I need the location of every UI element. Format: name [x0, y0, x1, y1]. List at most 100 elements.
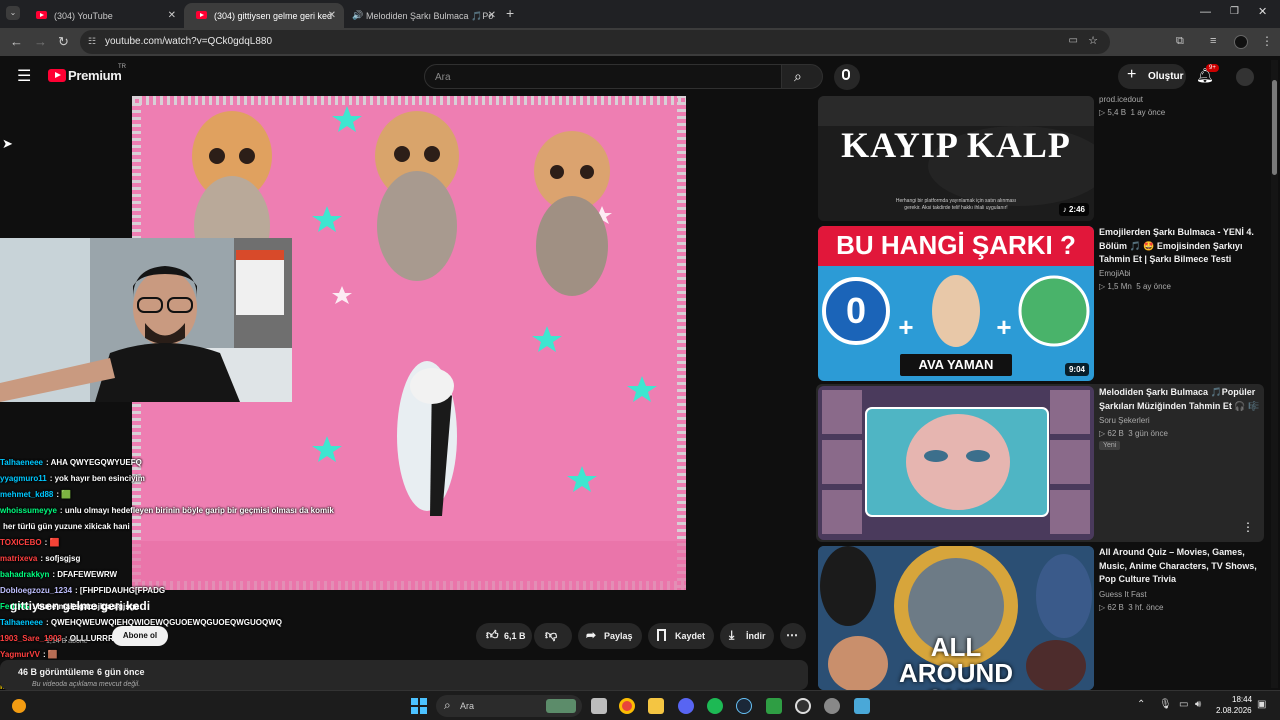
channel-name[interactable]: prod.icedout: [1099, 93, 1143, 106]
new-tab-button[interactable]: +: [506, 5, 514, 21]
like-button[interactable]: 👍︎ 6,1 B: [476, 623, 532, 649]
share-icon: ➦: [586, 628, 597, 642]
chat-username[interactable]: YagmurVV: [0, 650, 40, 659]
page-scrollbar[interactable]: [1271, 60, 1278, 688]
chat-username[interactable]: Talhaeneee: [0, 458, 43, 467]
notification-center-icon[interactable]: ▣: [1257, 699, 1266, 710]
create-button[interactable]: + Oluştur: [1118, 64, 1186, 89]
chat-text: QWEHQWEUWQIEHQWIOEWQGUOEWQGUOEQWGUOQWQ: [50, 618, 282, 627]
subscribe-button[interactable]: Abone ol: [112, 626, 168, 646]
upload-age: 6 gün önce: [97, 667, 145, 677]
file-explorer-icon[interactable]: [648, 698, 664, 714]
download-button[interactable]: ⤓ İndir: [720, 623, 774, 649]
tray-chevron-up-icon[interactable]: ⌃: [1137, 699, 1145, 710]
more-vertical-icon[interactable]: ⋮: [1242, 520, 1254, 534]
taskbar-search-box[interactable]: ⌕ Ara: [436, 695, 582, 717]
thumbs-up-icon: 👍︎: [486, 628, 499, 642]
share-button[interactable]: ➦ Paylaş: [578, 623, 642, 649]
reload-icon[interactable]: ↻: [58, 35, 69, 49]
account-avatar[interactable]: [1236, 68, 1254, 86]
video-title-link[interactable]: Melodiden Şarkı Bulmaca 🎵Popüler Şarkıla…: [1099, 386, 1264, 413]
tab-current-video[interactable]: (304) gittiysen gelme geri ked ✕: [184, 3, 344, 28]
close-icon[interactable]: ✕: [168, 10, 176, 21]
restore-icon[interactable]: ❐: [1230, 6, 1239, 17]
hamburger-menu-icon[interactable]: ☰: [17, 66, 31, 86]
obs-icon[interactable]: [795, 698, 811, 714]
youtube-favicon-icon: [36, 11, 47, 19]
notepad-icon[interactable]: [854, 698, 870, 714]
chat-username[interactable]: bahadrakkyn: [0, 570, 49, 579]
search-button[interactable]: ⌕: [781, 64, 823, 89]
profile-avatar[interactable]: [1234, 35, 1248, 49]
spotify-icon[interactable]: [707, 698, 723, 714]
task-view-icon[interactable]: [591, 698, 607, 714]
video-title-link[interactable]: All Around Quiz – Movies, Games, Music, …: [1099, 546, 1264, 587]
recommended-thumbnail-kayip-kalp[interactable]: KAYIP KALP Herhangi bir platformda yayın…: [818, 96, 1094, 221]
channel-name[interactable]: Soru Şekerleri: [1099, 414, 1150, 427]
duration-text: 2:46: [1068, 205, 1085, 214]
clock-date[interactable]: 2.08.2026: [1216, 706, 1252, 715]
address-bar-input[interactable]: ☷ youtube.com/watch?v=QCk0gdqL880 ▭ ☆: [80, 30, 1110, 54]
windows-start-icon[interactable]: [411, 698, 427, 714]
tab-melodiden[interactable]: 🔊 Melodiden Şarkı Bulmaca 🎵Po ✕: [344, 3, 504, 28]
start-tile: [411, 707, 418, 714]
steam-icon[interactable]: [736, 698, 752, 714]
channel-name[interactable]: Guess It Fast: [1099, 588, 1147, 601]
description-box[interactable]: 46 B görüntüleme 6 gün önce Bu videoda a…: [0, 660, 808, 690]
clock-time[interactable]: 18:44: [1232, 695, 1252, 704]
search-highlight-icon: [546, 699, 576, 713]
back-icon[interactable]: ←: [10, 35, 23, 49]
views: 62 B: [1107, 603, 1124, 612]
notifications-button[interactable]: 🔔︎ 9+: [1196, 64, 1219, 85]
tray-mic-icon[interactable]: 🎙︎: [1159, 699, 1172, 710]
chat-username[interactable]: yyagmuro11: [0, 474, 47, 483]
save-label: Kaydet: [675, 631, 706, 641]
cast-icon[interactable]: ▭: [1069, 35, 1078, 46]
forward-icon[interactable]: →: [34, 35, 47, 49]
search-input[interactable]: Ara: [424, 64, 782, 89]
voice-search-button[interactable]: [834, 64, 860, 90]
close-icon[interactable]: ✕: [488, 10, 496, 21]
bookmark-star-icon[interactable]: ☆: [1088, 34, 1098, 47]
close-window-icon[interactable]: ✕: [1258, 5, 1267, 18]
singer-grid-image: [818, 386, 1094, 540]
more-actions-button[interactable]: ⋯: [780, 623, 806, 649]
media-control-icon[interactable]: ≡: [1210, 35, 1216, 47]
view-count: 46 B görüntüleme: [18, 667, 95, 677]
chat-username[interactable]: Dobloegzozu_1234: [0, 586, 72, 595]
chrome-icon[interactable]: [619, 698, 635, 714]
discord-icon[interactable]: [678, 698, 694, 714]
video-title-link[interactable]: Emojilerden Şarkı Bulmaca - YENİ 4. Bölü…: [1099, 226, 1264, 267]
duration-text: 9:04: [1064, 363, 1089, 376]
tab-search-button[interactable]: ⌄: [6, 6, 20, 20]
channel-name[interactable]: EmojiAbi: [1099, 267, 1131, 280]
chat-username[interactable]: matrixeva: [0, 554, 37, 563]
weather-icon[interactable]: [12, 699, 26, 713]
recommended-thumbnail-bu-hangi-sarki[interactable]: BU HANGİ ŞARKI ? 0 + + AVA YAMAN 9:04: [818, 226, 1094, 381]
create-label: Oluştur: [1148, 71, 1184, 82]
chat-message: Talhaeneee: QWEHQWEUWQIEHQWIOEWQGUOEWQGU…: [0, 615, 360, 631]
recommended-thumbnail-melodiden[interactable]: [818, 386, 1094, 540]
recommended-thumbnail-all-around-quiz[interactable]: ALL AROUND QUIZ: [818, 546, 1094, 690]
tray-network-icon[interactable]: ▭: [1179, 699, 1188, 710]
region-code: TR: [118, 64, 126, 70]
chat-username[interactable]: whoissumeyye: [0, 506, 57, 515]
minimize-icon[interactable]: —: [1200, 6, 1211, 18]
chat-username[interactable]: mehmet_kd88: [0, 490, 53, 499]
close-icon[interactable]: ✕: [328, 10, 336, 21]
browser-menu-icon[interactable]: ⋮: [1261, 34, 1273, 48]
extensions-icon[interactable]: ⧉: [1176, 35, 1184, 48]
site-info-icon[interactable]: ☷: [88, 36, 96, 47]
subscribe-label: Abone ol: [122, 631, 158, 640]
save-button[interactable]: Kaydet: [648, 623, 714, 649]
chat-text: 🟩: [61, 490, 72, 499]
plus-icon: +: [1127, 66, 1137, 83]
chat-username[interactable]: Talhaeneee: [0, 618, 43, 627]
dislike-button[interactable]: 👎︎: [534, 623, 572, 649]
chat-username[interactable]: TOXICEBO: [0, 538, 42, 547]
tray-volume-icon[interactable]: 🔊︎: [1195, 699, 1201, 710]
settings-gear-icon[interactable]: [824, 698, 840, 714]
scrollbar-thumb[interactable]: [1272, 80, 1277, 175]
tab-youtube-home[interactable]: (304) YouTube ✕: [24, 3, 184, 28]
arrow-app-icon[interactable]: [766, 698, 782, 714]
